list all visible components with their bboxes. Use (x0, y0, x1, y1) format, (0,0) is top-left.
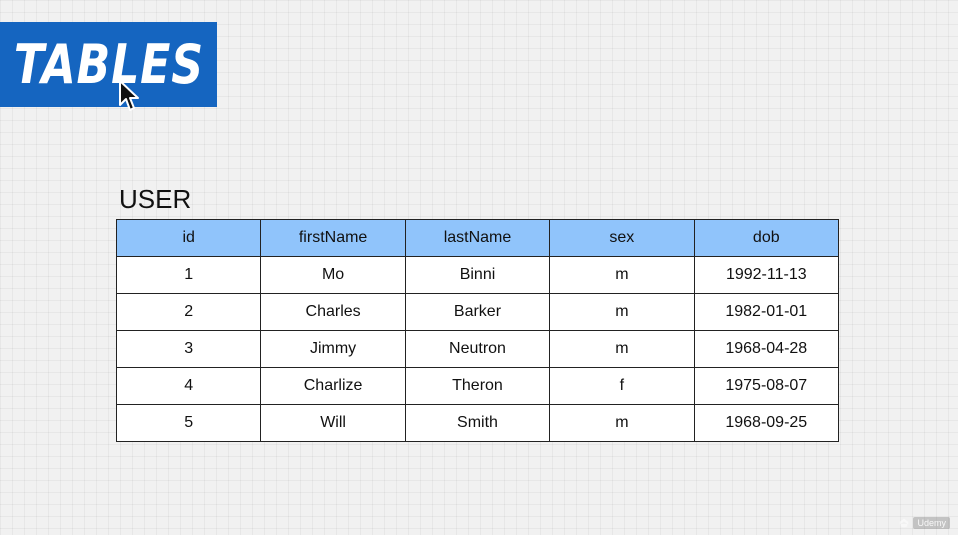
column-header-firstname: firstName (260, 219, 406, 257)
table-row: 2 Charles Barker m 1982-01-01 (115, 293, 840, 331)
table-cell-firstname: Will (260, 404, 406, 442)
column-header-sex: sex (549, 219, 695, 257)
table-header-row: id firstName lastName sex dob (115, 219, 840, 257)
table-cell-dob: 1992-11-13 (693, 256, 840, 294)
table-cell-firstname: Jimmy (260, 330, 406, 368)
title-banner: TABLES (0, 22, 217, 107)
table-cell-sex: m (549, 256, 695, 294)
table-cell-sex: f (549, 367, 695, 405)
table-cell-sex: m (549, 404, 695, 442)
table-cell-dob: 1982-01-01 (693, 293, 840, 331)
table-cell-firstname: Mo (260, 256, 406, 294)
udemy-logo-icon (900, 518, 909, 528)
table-cell-lastname: Smith (404, 404, 551, 442)
table-cell-sex: m (549, 330, 695, 368)
table-cell-firstname: Charlize (260, 367, 406, 405)
table-cell-dob: 1968-09-25 (693, 404, 840, 442)
column-header-lastname: lastName (404, 219, 551, 257)
user-table: id firstName lastName sex dob 1 Mo Binni… (115, 219, 840, 442)
table-cell-dob: 1975-08-07 (693, 367, 840, 405)
table-caption: USER (119, 184, 192, 214)
table-cell-firstname: Charles (260, 293, 406, 331)
table-row: 1 Mo Binni m 1992-11-13 (115, 256, 840, 294)
table-cell-lastname: Theron (404, 367, 551, 405)
mouse-pointer-icon (119, 80, 139, 111)
table-cell-dob: 1968-04-28 (693, 330, 840, 368)
watermark-label: Udemy (913, 517, 950, 529)
table-cell-id: 1 (115, 256, 262, 294)
table-cell-sex: m (549, 293, 695, 331)
table-cell-id: 2 (115, 293, 262, 331)
table-cell-lastname: Barker (404, 293, 551, 331)
table-cell-id: 4 (115, 367, 262, 405)
column-header-dob: dob (693, 219, 840, 257)
table-row: 5 Will Smith m 1968-09-25 (115, 404, 840, 442)
table-cell-id: 3 (115, 330, 262, 368)
column-header-id: id (115, 219, 262, 257)
table-cell-lastname: Binni (404, 256, 551, 294)
table-row: 3 Jimmy Neutron m 1968-04-28 (115, 330, 840, 368)
udemy-watermark: Udemy (899, 517, 950, 529)
table-row: 4 Charlize Theron f 1975-08-07 (115, 367, 840, 405)
table-cell-id: 5 (115, 404, 262, 442)
table-cell-lastname: Neutron (404, 330, 551, 368)
page-title: TABLES (13, 32, 204, 96)
